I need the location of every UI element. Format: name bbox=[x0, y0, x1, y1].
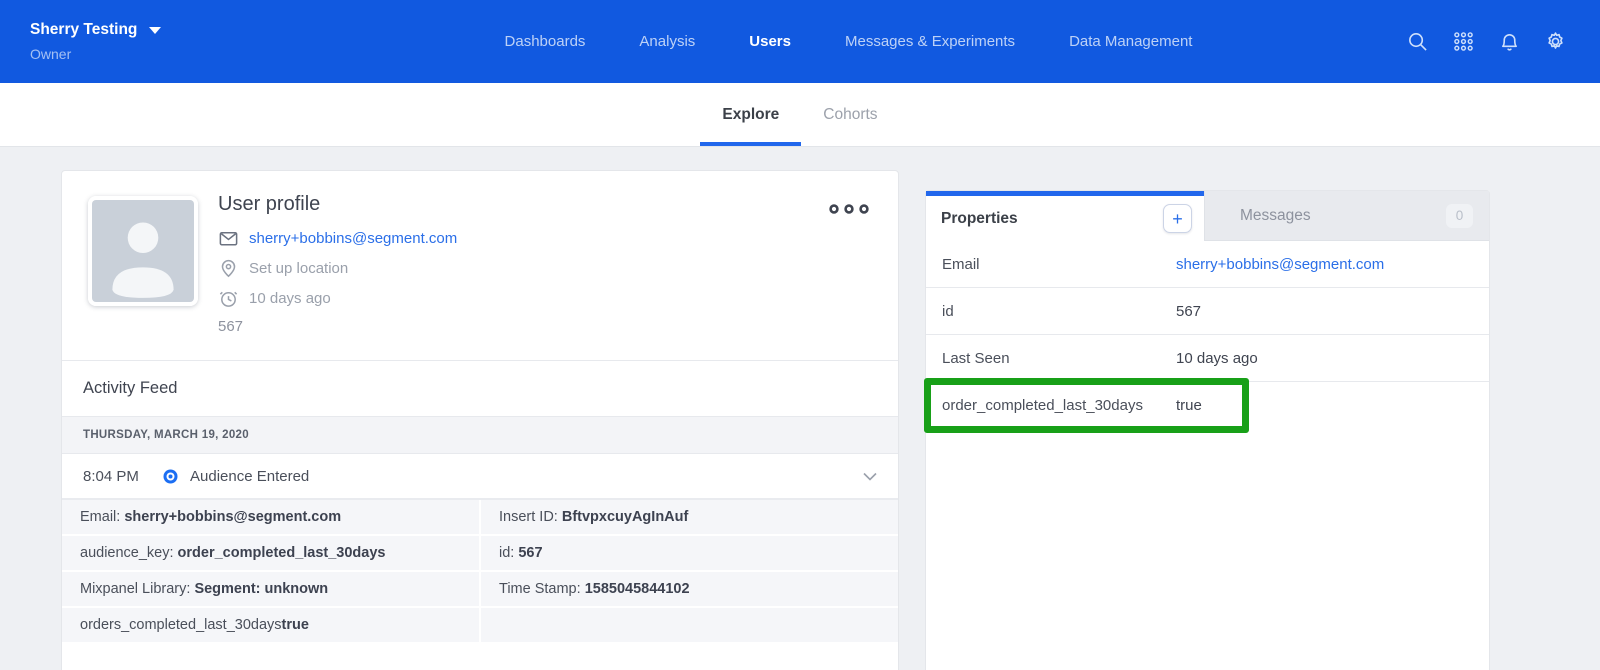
add-property-button[interactable]: + bbox=[1163, 204, 1192, 233]
property-label: id bbox=[942, 303, 1176, 320]
search-icon[interactable] bbox=[1407, 31, 1428, 52]
detail-label: Time Stamp: bbox=[499, 581, 585, 597]
nav-item-messages-experiments[interactable]: Messages & Experiments bbox=[845, 33, 1015, 50]
detail-value: Segment: unknown bbox=[194, 581, 328, 597]
main-nav: Dashboards Analysis Users Messages & Exp… bbox=[290, 33, 1407, 50]
secondary-navigation: Explore Cohorts bbox=[0, 83, 1600, 147]
detail-value: 567 bbox=[518, 545, 542, 561]
alarm-clock-icon bbox=[218, 288, 239, 309]
property-label: Last Seen bbox=[942, 350, 1176, 367]
nav-item-dashboards[interactable]: Dashboards bbox=[505, 33, 586, 50]
profile-email-link[interactable]: sherry+bobbins@segment.com bbox=[249, 230, 457, 247]
detail-value: order_completed_last_30days bbox=[178, 545, 386, 561]
apps-grid-icon[interactable] bbox=[1453, 31, 1474, 52]
event-name: Audience Entered bbox=[190, 468, 309, 485]
event-detail-audience-key: audience_key: order_completed_last_30day… bbox=[62, 536, 479, 570]
activity-feed-title: Activity Feed bbox=[62, 361, 898, 417]
highlighted-row-wrapper: order_completed_last_30days true bbox=[926, 382, 1489, 429]
profile-last-seen-text: 10 days ago bbox=[249, 290, 331, 307]
tab-cohorts-label: Cohorts bbox=[823, 106, 877, 124]
property-value: 567 bbox=[1176, 303, 1201, 320]
activity-event-row[interactable]: 8:04 PM Audience Entered bbox=[62, 454, 898, 498]
event-detail-id: id: 567 bbox=[481, 536, 898, 570]
profile-id: 567 bbox=[218, 318, 457, 335]
detail-label: orders_completed_last_30days bbox=[80, 617, 282, 633]
messages-count-badge: 0 bbox=[1446, 204, 1473, 228]
detail-label: id: bbox=[499, 545, 518, 561]
event-detail-orders-completed: orders_completed_last_30daystrue bbox=[62, 608, 479, 642]
project-name-label: Sherry Testing bbox=[30, 21, 137, 39]
top-navigation-bar: Sherry Testing Owner Dashboards Analysis… bbox=[0, 0, 1600, 83]
location-pin-icon bbox=[218, 258, 239, 279]
profile-location-row: Set up location bbox=[218, 258, 457, 279]
event-details-grid: Email: sherry+bobbins@segment.com Insert… bbox=[62, 498, 898, 642]
property-label: Email bbox=[942, 256, 1176, 273]
detail-value: 1585045844102 bbox=[585, 581, 690, 597]
properties-table: Email sherry+bobbins@segment.com id 567 … bbox=[926, 241, 1489, 429]
profile-header: User profile sherry+bobbins@segment.com bbox=[62, 171, 898, 361]
property-value: 10 days ago bbox=[1176, 350, 1258, 367]
properties-panel: Properties + Messages 0 Email sherry+bob… bbox=[925, 190, 1490, 670]
property-row-id: id 567 bbox=[926, 288, 1489, 335]
profile-title: User profile bbox=[218, 193, 457, 216]
project-switcher[interactable]: Sherry Testing Owner bbox=[30, 21, 290, 62]
nav-icon-group bbox=[1407, 31, 1570, 52]
tab-explore[interactable]: Explore bbox=[700, 83, 801, 146]
tab-messages[interactable]: Messages 0 bbox=[1204, 191, 1489, 241]
notifications-bell-icon[interactable] bbox=[1499, 31, 1520, 52]
event-detail-mixpanel-library: Mixpanel Library: Segment: unknown bbox=[62, 572, 479, 606]
project-name[interactable]: Sherry Testing bbox=[30, 21, 290, 39]
property-row-last-seen: Last Seen 10 days ago bbox=[926, 335, 1489, 382]
tab-properties-label: Properties bbox=[941, 210, 1018, 228]
more-options-icon[interactable] bbox=[828, 201, 870, 217]
event-detail-email: Email: sherry+bobbins@segment.com bbox=[62, 500, 479, 534]
tab-messages-label: Messages bbox=[1240, 207, 1311, 225]
detail-label: Insert ID: bbox=[499, 509, 562, 525]
settings-gear-icon[interactable] bbox=[1545, 31, 1566, 52]
event-time: 8:04 PM bbox=[83, 468, 155, 485]
property-row-order-completed: order_completed_last_30days true bbox=[926, 382, 1489, 429]
tab-cohorts[interactable]: Cohorts bbox=[801, 83, 899, 146]
profile-location-text[interactable]: Set up location bbox=[249, 260, 348, 277]
tab-explore-label: Explore bbox=[722, 106, 779, 124]
avatar bbox=[88, 196, 198, 306]
chevron-down-icon[interactable] bbox=[863, 472, 877, 481]
event-detail-insert-id: Insert ID: BftvpxcuyAgInAuf bbox=[481, 500, 898, 534]
property-value-email-link[interactable]: sherry+bobbins@segment.com bbox=[1176, 256, 1384, 273]
detail-value: sherry+bobbins@segment.com bbox=[124, 509, 341, 525]
detail-value: true bbox=[282, 617, 309, 633]
project-role-label: Owner bbox=[30, 46, 290, 62]
profile-last-seen-row: 10 days ago bbox=[218, 288, 457, 309]
detail-value: BftvpxcuyAgInAuf bbox=[562, 509, 688, 525]
audience-entered-icon bbox=[163, 469, 178, 484]
event-detail-time-stamp: Time Stamp: 1585045844102 bbox=[481, 572, 898, 606]
tab-properties[interactable]: Properties + bbox=[926, 191, 1204, 241]
nav-item-analysis[interactable]: Analysis bbox=[639, 33, 695, 50]
property-row-email: Email sherry+bobbins@segment.com bbox=[926, 241, 1489, 288]
chevron-down-icon bbox=[149, 27, 161, 34]
nav-item-data-management[interactable]: Data Management bbox=[1069, 33, 1192, 50]
properties-panel-tabs: Properties + Messages 0 bbox=[926, 191, 1489, 241]
nav-item-users[interactable]: Users bbox=[749, 33, 791, 50]
user-profile-card: User profile sherry+bobbins@segment.com bbox=[61, 170, 899, 670]
property-value: true bbox=[1176, 397, 1202, 414]
profile-email-row: sherry+bobbins@segment.com bbox=[218, 228, 457, 249]
envelope-icon bbox=[218, 228, 239, 249]
property-label: order_completed_last_30days bbox=[942, 397, 1176, 414]
activity-feed-date-header: THURSDAY, MARCH 19, 2020 bbox=[62, 417, 898, 454]
event-detail-empty bbox=[481, 608, 898, 642]
detail-label: Email: bbox=[80, 509, 124, 525]
detail-label: Mixpanel Library: bbox=[80, 581, 194, 597]
profile-info: User profile sherry+bobbins@segment.com bbox=[218, 193, 457, 335]
detail-label: audience_key: bbox=[80, 545, 178, 561]
